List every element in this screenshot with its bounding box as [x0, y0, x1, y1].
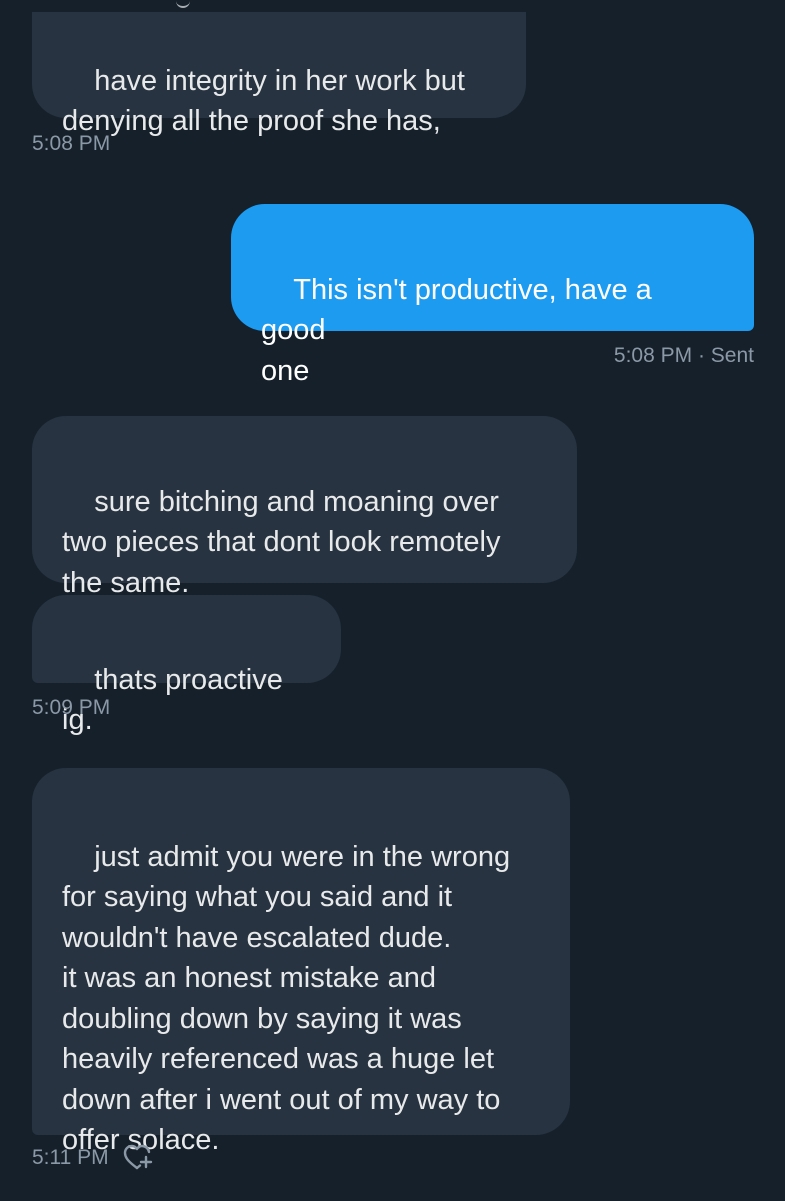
received-message-bubble[interactable]: have integrity in her work but denying a… — [32, 12, 526, 137]
message-timestamp: 5:08 PM — [32, 132, 111, 155]
message-timestamp-sent: 5:08 PM · Sent — [613, 344, 754, 367]
dm-conversation: have integrity in her work but denying a… — [0, 0, 785, 1200]
message-text: just admit you were in the wrong for say… — [62, 840, 511, 1157]
message-text: This isn't productive, have a good one — [261, 273, 652, 387]
received-message-bubble[interactable]: sure bitching and moaning over two piece… — [32, 416, 577, 599]
truncated-text-fragment — [176, 0, 190, 8]
add-reaction-heart-icon[interactable] — [123, 1144, 153, 1172]
message-meta-row: 5:11 PM — [32, 1144, 153, 1172]
sent-message-bubble[interactable]: This isn't productive, have a good one — [231, 204, 754, 387]
message-timestamp: 5:09 PM — [32, 696, 111, 719]
received-message-bubble[interactable]: thats proactive ig. — [32, 595, 341, 736]
message-timestamp: 5:11 PM — [32, 1146, 109, 1169]
message-text: sure bitching and moaning over two piece… — [62, 485, 501, 599]
message-text: have integrity in her work but denying a… — [62, 64, 465, 138]
received-message-bubble[interactable]: just admit you were in the wrong for say… — [32, 768, 570, 1156]
